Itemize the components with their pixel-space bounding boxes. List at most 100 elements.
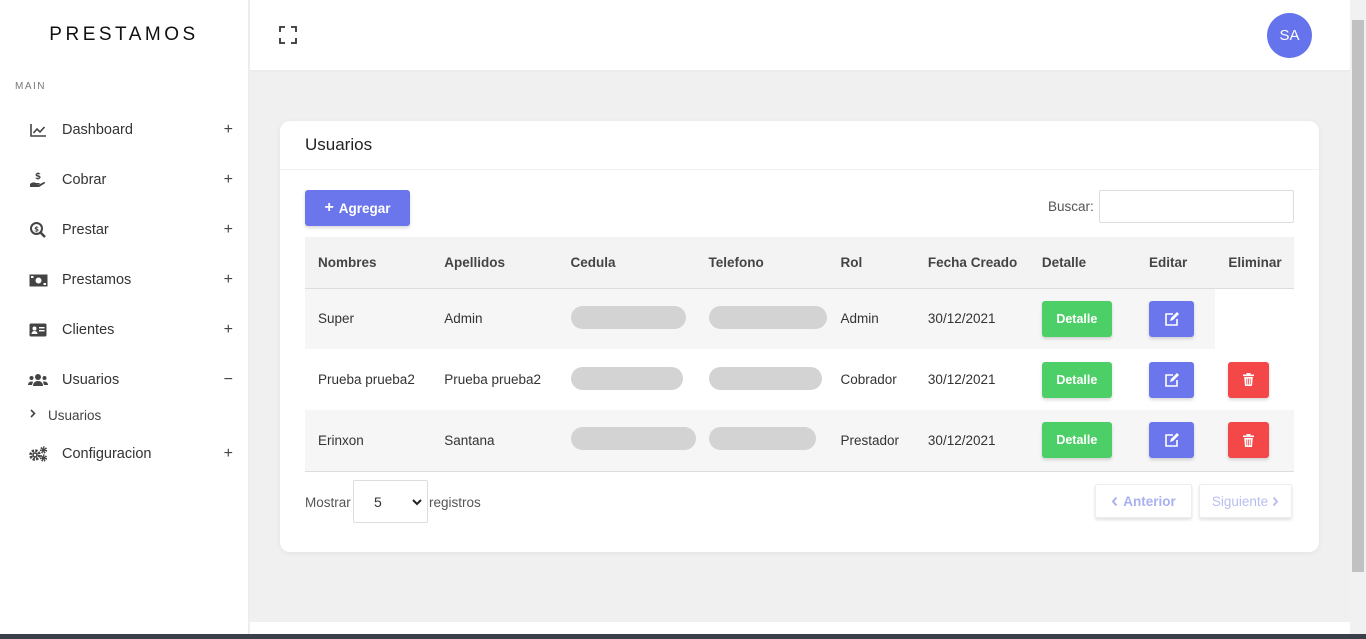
previous-page-button[interactable]: Anterior xyxy=(1095,484,1192,518)
search-label: Buscar: xyxy=(1048,199,1094,214)
header-cedula[interactable]: Cedula xyxy=(557,237,696,289)
cell-nombres: Erinxon xyxy=(305,410,432,472)
sidebar-item-prestar[interactable]: $ Prestar + xyxy=(0,205,249,255)
cell-telefono xyxy=(696,349,828,410)
sidebar-item-dashboard[interactable]: Dashboard + xyxy=(0,105,249,155)
cell-eliminar xyxy=(1215,288,1294,349)
expand-plus-icon[interactable]: + xyxy=(224,271,233,289)
cell-detalle: Detalle xyxy=(1029,349,1136,410)
chart-line-icon xyxy=(28,120,48,140)
header-nombres[interactable]: Nombres xyxy=(305,237,432,289)
cell-editar xyxy=(1136,410,1216,472)
cell-telefono xyxy=(696,288,828,349)
redacted-telefono xyxy=(708,427,816,451)
delete-button[interactable] xyxy=(1228,422,1270,459)
card-title: Usuarios xyxy=(305,135,373,154)
sidebar: PRESTAMOS MAIN Dashboard + $ Cobrar + $ … xyxy=(0,0,249,639)
header-telefono[interactable]: Telefono xyxy=(695,237,828,289)
detalle-button[interactable]: Detalle xyxy=(1041,300,1112,337)
fullscreen-icon[interactable] xyxy=(279,26,299,46)
redacted-cedula xyxy=(570,305,686,329)
page-size-value: 5 xyxy=(374,493,382,510)
topbar: SA xyxy=(250,0,1350,70)
expand-plus-icon[interactable]: + xyxy=(224,321,233,339)
cell-fecha: 30/12/2021 xyxy=(914,410,1029,472)
expand-plus-icon[interactable]: + xyxy=(224,171,233,189)
header-editar[interactable]: Editar xyxy=(1136,237,1216,289)
cell-fecha: 30/12/2021 xyxy=(927,311,996,327)
chevron-left-icon xyxy=(1111,496,1118,507)
cell-rol: Admin xyxy=(840,311,879,327)
detalle-button[interactable]: Detalle xyxy=(1041,361,1112,398)
expand-plus-icon[interactable]: + xyxy=(224,221,233,239)
cell-detalle: Detalle xyxy=(1028,410,1137,472)
redacted-telefono xyxy=(708,305,827,329)
usuarios-card: Usuarios + Agregar Buscar: Nombres Apell… xyxy=(280,121,1319,552)
cell-rol: Prestador xyxy=(827,410,915,472)
cell-rol: Cobrador xyxy=(840,372,897,387)
cell-cedula xyxy=(557,410,696,472)
redacted-telefono xyxy=(708,366,822,390)
sidebar-item-label: Cobrar xyxy=(62,172,107,188)
scrollbar-thumb[interactable] xyxy=(1352,20,1364,572)
cell-apellidos: Prueba prueba2 xyxy=(444,372,542,387)
header-fecha[interactable]: Fecha Creado xyxy=(914,237,1029,289)
chevron-down-icon xyxy=(411,495,423,511)
plus-icon: + xyxy=(324,199,334,216)
taskbar-edge xyxy=(0,634,1366,639)
sidebar-item-cobrar[interactable]: $ Cobrar + xyxy=(0,155,249,205)
cell-cedula xyxy=(558,288,696,349)
show-label: Mostrar xyxy=(305,495,351,510)
avatar[interactable]: SA xyxy=(1267,13,1312,58)
add-button-label: Agregar xyxy=(338,200,391,216)
table-row: Erinxon Santana Prestador 30/12/2021 Det… xyxy=(305,410,1294,472)
edit-icon xyxy=(1165,433,1180,448)
sidebar-nav: Dashboard + $ Cobrar + $ Prestar + Prest… xyxy=(0,105,249,476)
edit-icon xyxy=(1165,372,1180,387)
usuarios-table: Nombres Apellidos Cedula Telefono Rol Fe… xyxy=(305,237,1294,472)
header-apellidos[interactable]: Apellidos xyxy=(431,237,558,289)
svg-text:$: $ xyxy=(34,225,39,233)
header-eliminar[interactable]: Eliminar xyxy=(1215,237,1294,289)
collapse-minus-icon[interactable]: − xyxy=(224,371,233,389)
brand-logo[interactable]: PRESTAMOS xyxy=(0,0,248,70)
add-button[interactable]: + Agregar xyxy=(305,190,410,226)
search-input[interactable] xyxy=(1099,190,1294,223)
sidebar-subitem-label: Usuarios xyxy=(48,407,102,423)
sidebar-item-label: Configuracion xyxy=(62,446,152,462)
cell-telefono xyxy=(695,410,828,472)
cell-cedula xyxy=(558,349,696,410)
hand-dollar-icon: $ xyxy=(28,170,48,190)
cell-nombres: Prueba prueba2 xyxy=(318,372,415,387)
users-icon xyxy=(28,370,48,390)
edit-button[interactable] xyxy=(1149,300,1195,337)
delete-button[interactable] xyxy=(1228,361,1270,398)
sidebar-item-prestamos[interactable]: Prestamos + xyxy=(0,255,249,305)
edit-button[interactable] xyxy=(1149,422,1195,459)
sidebar-item-clientes[interactable]: Clientes + xyxy=(0,305,249,355)
table-row: Prueba prueba2 Prueba prueba2 Cobrador 3… xyxy=(305,349,1294,410)
expand-plus-icon[interactable]: + xyxy=(224,121,233,139)
page-size-select[interactable]: 5 xyxy=(353,480,428,523)
cell-apellidos: Admin xyxy=(444,311,483,327)
card-header: Usuarios xyxy=(280,121,1319,170)
sidebar-item-configuracion[interactable]: Configuracion + xyxy=(0,432,249,476)
cell-editar xyxy=(1136,288,1215,349)
cell-fecha: 30/12/2021 xyxy=(927,372,996,387)
header-rol[interactable]: Rol xyxy=(827,237,915,289)
cell-editar xyxy=(1136,349,1215,410)
cell-nombres: Super xyxy=(318,311,355,327)
edit-button[interactable] xyxy=(1149,361,1195,398)
trash-icon xyxy=(1243,373,1255,386)
table-header-row: Nombres Apellidos Cedula Telefono Rol Fe… xyxy=(305,237,1294,289)
detalle-button[interactable]: Detalle xyxy=(1041,422,1112,459)
header-detalle[interactable]: Detalle xyxy=(1028,237,1137,289)
next-page-button[interactable]: Siguiente xyxy=(1199,484,1292,518)
sidebar-item-label: Clientes xyxy=(62,322,115,338)
expand-plus-icon[interactable]: + xyxy=(224,445,233,463)
cell-eliminar xyxy=(1215,349,1294,410)
id-card-icon xyxy=(28,320,48,340)
table-row: Super Admin Admin 30/12/2021 Detalle xyxy=(305,288,1294,349)
trash-icon xyxy=(1243,433,1255,447)
sidebar-item-usuarios[interactable]: Usuarios − xyxy=(0,355,249,405)
